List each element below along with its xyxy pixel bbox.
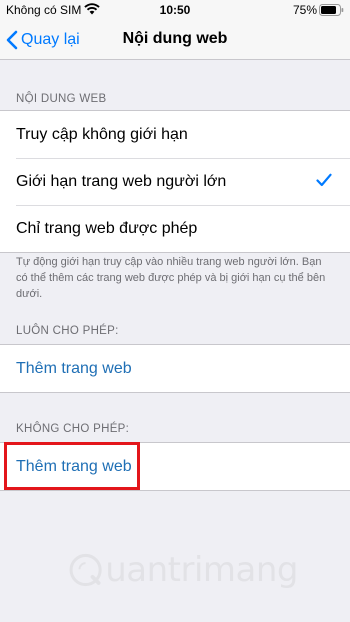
battery-percentage: 75% (292, 3, 317, 17)
highlight-annotation (4, 442, 140, 490)
watermark-logo-icon (69, 553, 102, 587)
option-unrestricted[interactable]: Truy cập không giới hạn (0, 111, 350, 158)
web-content-footer: Tự động giới hạn truy cập vào nhiều tran… (16, 256, 326, 300)
navigation-bar: Quay lại Nội dung web (0, 20, 350, 60)
watermark-text: uantrimang (105, 550, 298, 590)
web-content-options: Truy cập không giới hạn Giới hạn trang w… (0, 110, 350, 253)
option-label: Truy cập không giới hạn (16, 125, 188, 143)
web-content-header: NỘI DUNG WEB (16, 93, 107, 105)
always-allow-add-website-button[interactable]: Thêm trang web (0, 345, 350, 392)
battery-icon (319, 4, 344, 19)
option-label: Giới hạn trang web người lớn (16, 172, 227, 190)
always-allow-header: LUÔN CHO PHÉP: (16, 325, 119, 337)
page-title: Nội dung web (122, 30, 228, 47)
option-label: Chỉ trang web được phép (16, 219, 198, 237)
checkmark-icon (316, 173, 332, 192)
always-allow-group: Thêm trang web (0, 344, 350, 393)
option-allowed-only[interactable]: Chỉ trang web được phép (0, 205, 350, 252)
status-bar: Không có SIM 10:50 75% (0, 0, 350, 20)
watermark: uantrimang (68, 540, 298, 600)
option-limit-adult[interactable]: Giới hạn trang web người lớn (0, 158, 350, 205)
never-allow-header: KHÔNG CHO PHÉP: (16, 423, 130, 435)
